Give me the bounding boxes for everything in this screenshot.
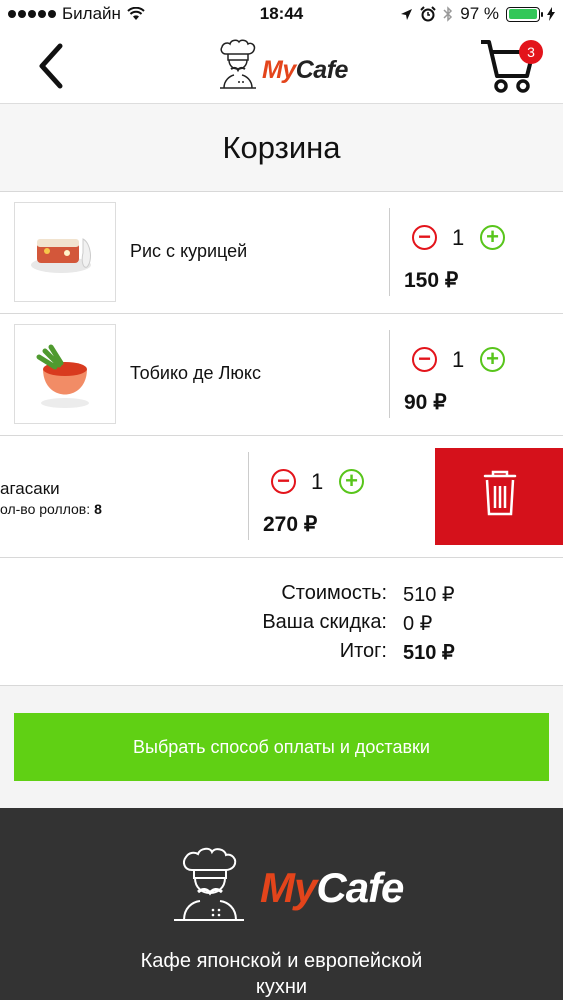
item-quantity: 1 — [311, 469, 324, 494]
decrease-quantity-button[interactable]: − — [271, 469, 296, 494]
app-header: MyCafe 3 — [0, 30, 563, 104]
chevron-left-icon — [39, 43, 63, 89]
increase-quantity-button[interactable]: + — [480, 225, 505, 250]
discount-value: 0 ₽ — [403, 613, 433, 635]
item-name: агасаки — [0, 479, 60, 498]
bluetooth-icon — [443, 6, 453, 22]
cart-item: Рис с курицей − 1 + 150 ₽ — [0, 192, 563, 314]
footer-logo-wordmark: MyCafe — [260, 864, 404, 911]
item-divider — [389, 208, 390, 296]
decrease-quantity-button[interactable]: − — [412, 347, 437, 372]
cart-item: Тобико де Люкс − 1 + 90 ₽ — [0, 314, 563, 436]
item-divider — [248, 452, 249, 540]
alarm-icon — [420, 6, 436, 22]
discount-label: Ваша скидка: — [262, 611, 387, 633]
footer-tagline: Кафе японской и европейской кухни — [140, 950, 423, 998]
cart-button[interactable]: 3 — [479, 36, 543, 96]
item-price: 270 ₽ — [263, 513, 318, 536]
battery-fill — [508, 9, 537, 19]
cart-count-badge: 3 — [519, 40, 543, 64]
footer-logo: MyCafe — [170, 842, 404, 932]
header-logo[interactable]: MyCafe — [212, 38, 352, 96]
status-right: 97 % — [400, 4, 555, 24]
item-price: 90 ₽ — [404, 391, 447, 414]
logo-wordmark: MyCafe — [262, 56, 348, 84]
decrease-quantity-button[interactable]: − — [412, 225, 437, 250]
item-divider — [389, 330, 390, 418]
item-name: Рис с курицей — [130, 241, 248, 261]
cost-value: 510 ₽ — [403, 584, 455, 606]
back-button[interactable] — [28, 40, 78, 92]
item-price: 150 ₽ — [404, 269, 459, 292]
chef-icon — [174, 847, 244, 921]
battery-percent: 97 % — [460, 4, 499, 23]
delete-item-button[interactable] — [435, 448, 563, 545]
trash-icon — [483, 470, 517, 516]
page-title: Корзина — [0, 104, 563, 192]
battery-icon — [506, 6, 543, 22]
choose-payment-delivery-button[interactable]: Выбрать способ оплаты и доставки — [14, 713, 549, 781]
item-roll-count: ол-во роллов: 8 — [0, 501, 102, 517]
footer: MyCafe Кафе японской и европейской кухни — [0, 808, 563, 1000]
location-arrow-icon — [401, 8, 413, 20]
chef-icon — [220, 39, 256, 89]
item-name: Тобико де Люкс — [130, 363, 261, 383]
item-quantity: 1 — [452, 225, 465, 250]
total-label: Итог: — [339, 640, 387, 662]
increase-quantity-button[interactable]: + — [339, 469, 364, 494]
item-image — [14, 324, 116, 424]
total-value: 510 ₽ — [403, 642, 455, 664]
cost-label: Стоимость: — [281, 582, 387, 604]
charging-bolt-icon — [547, 7, 555, 21]
increase-quantity-button[interactable]: + — [480, 347, 505, 372]
cart-item-swiped[interactable]: агасаки ол-во роллов: 8 − 1 + 270 ₽ — [0, 436, 563, 558]
order-totals: Стоимость: 510 ₽ Ваша скидка: 0 ₽ Итог: … — [0, 558, 563, 686]
item-quantity: 1 — [452, 347, 465, 372]
item-image — [14, 202, 116, 302]
status-bar: Билайн 18:44 97 % — [0, 0, 563, 30]
